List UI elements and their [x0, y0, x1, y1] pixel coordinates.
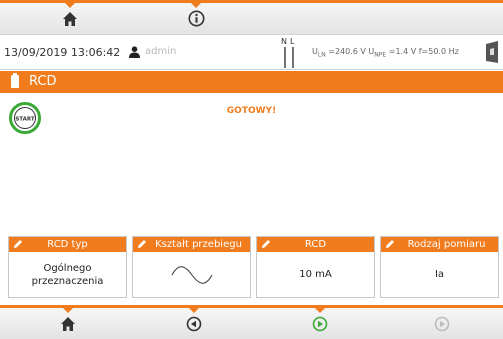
status-bar: 13/09/2019 13:06:42 admin N L ULN =240.6… — [0, 34, 503, 70]
param-value-line2: przeznaczenia — [31, 275, 104, 287]
home-icon — [61, 316, 75, 331]
home-icon — [63, 11, 77, 26]
frequency-value: f=50.0 Hz — [418, 47, 459, 56]
plug-icon — [486, 41, 498, 63]
play-button[interactable] — [258, 307, 382, 339]
username: admin — [145, 46, 177, 57]
param-card-header: Kształt przebiegu — [133, 237, 250, 252]
info-button[interactable] — [136, 2, 256, 34]
start-label: START — [15, 117, 35, 123]
top-toolbar — [0, 0, 503, 34]
datetime: 13/09/2019 13:06:42 — [4, 46, 121, 59]
sine-wave-icon — [171, 265, 212, 284]
status-message: GOTOWY! — [226, 106, 277, 116]
rcd-screen: 13/09/2019 13:06:42 admin N L ULN =240.6… — [0, 0, 503, 339]
upe-value: =1.4 V — [388, 47, 417, 56]
active-notch — [62, 307, 74, 313]
back-button[interactable] — [132, 307, 256, 339]
param-value-line1: Ogólnego — [43, 262, 92, 274]
param-card-header: Rodzaj pomiaru — [381, 237, 498, 252]
pencil-icon — [386, 240, 394, 248]
nl-lines-icon — [284, 47, 294, 68]
user-icon — [129, 46, 140, 58]
active-notch — [64, 2, 76, 8]
param-card-header: RCD typ — [9, 237, 126, 252]
title-bar: RCD — [0, 71, 503, 93]
bottom-toolbar — [0, 305, 503, 339]
param-card-measurement-type[interactable]: Rodzaj pomiaru Ia — [380, 236, 499, 298]
home-button[interactable] — [6, 307, 130, 339]
param-card-rcd-current[interactable]: RCD 10 mA — [256, 236, 375, 298]
back-icon — [186, 316, 202, 331]
uln-value: =240.6 V — [328, 47, 366, 56]
param-card-waveform[interactable]: Kształt przebiegu — [132, 236, 251, 298]
nl-indicator: N L — [281, 37, 305, 69]
param-value: Ogólnego przeznaczenia — [9, 252, 126, 297]
info-icon — [188, 10, 204, 27]
active-notch — [314, 307, 326, 313]
page-title: RCD — [29, 74, 57, 89]
forward-button[interactable] — [380, 308, 503, 339]
pencil-icon — [138, 240, 146, 248]
active-notch — [188, 307, 200, 313]
param-card-rcd-type[interactable]: RCD typ Ogólnego przeznaczenia — [8, 236, 127, 298]
param-label: Kształt przebiegu — [155, 239, 242, 250]
active-notch — [190, 2, 202, 8]
param-card-header: RCD — [257, 237, 374, 252]
param-value — [133, 252, 250, 297]
parameter-cards: RCD typ Ogólnego przeznaczenia Kształt p… — [8, 236, 500, 298]
battery-icon — [11, 73, 19, 88]
play-icon — [312, 316, 328, 331]
param-label: Rodzaj pomiaru — [407, 239, 486, 250]
param-label: RCD — [304, 239, 327, 250]
param-value: 10 mA — [299, 269, 332, 280]
param-label: RCD typ — [47, 239, 88, 250]
forward-icon — [434, 316, 450, 331]
home-button[interactable] — [10, 2, 130, 34]
param-value: Ia — [434, 269, 445, 280]
voltage-readings: ULN =240.6 V UNPE =1.4 V f=50.0 Hz — [312, 47, 459, 59]
